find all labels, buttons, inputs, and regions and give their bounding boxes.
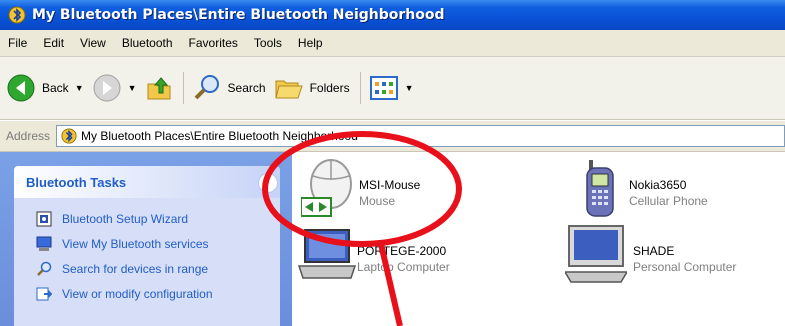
task-modify-configuration[interactable]: View or modify configuration — [14, 281, 280, 306]
phone-icon — [586, 160, 614, 217]
folders-button[interactable]: Folders — [274, 74, 350, 102]
tasks-header[interactable]: Bluetooth Tasks — [14, 166, 280, 198]
toolbar-separator — [182, 72, 184, 104]
device-msi-mouse[interactable]: MSI-Mouse Mouse — [301, 158, 420, 218]
device-name: PORTEGE-2000 — [357, 244, 447, 258]
title-bar: My Bluetooth Places\Entire Bluetooth Nei… — [0, 0, 785, 30]
computer-icon — [36, 236, 52, 251]
forward-dropdown-icon[interactable]: ▼ — [128, 83, 137, 93]
address-label: Address — [6, 129, 51, 143]
device-nokia3650[interactable]: Nokia3650 Cellular Phone — [583, 158, 708, 220]
menu-view[interactable]: View — [72, 36, 114, 50]
address-field[interactable]: My Bluetooth Places\Entire Bluetooth Nei… — [56, 125, 785, 147]
device-type: Personal Computer — [633, 260, 737, 274]
device-list: MSI-Mouse Mouse Nokia3650 Cellular Phone… — [293, 152, 785, 326]
device-type: Laptop Computer — [357, 260, 450, 274]
collapse-chevron-icon[interactable] — [258, 173, 278, 193]
device-type: Mouse — [359, 194, 396, 208]
folders-icon — [274, 80, 303, 99]
up-folder-button[interactable] — [145, 74, 173, 102]
bluetooth-tasks-panel: Bluetooth Tasks Bluetooth Setup Wizard V… — [14, 166, 280, 326]
tasks-list: Bluetooth Setup Wizard View My Bluetooth… — [14, 198, 280, 326]
device-type: Cellular Phone — [629, 194, 708, 208]
toolbar-separator — [359, 72, 361, 104]
menu-help[interactable]: Help — [290, 36, 331, 50]
search-icon — [194, 75, 219, 100]
menu-tools[interactable]: Tools — [246, 36, 290, 50]
magnifier-icon — [37, 261, 52, 276]
config-icon — [36, 287, 52, 300]
views-button[interactable]: ▼ — [369, 75, 414, 101]
back-dropdown-icon[interactable]: ▼ — [75, 83, 84, 93]
task-label: View My Bluetooth services — [62, 236, 209, 251]
desktop-icon — [565, 225, 627, 283]
device-shade[interactable]: SHADE Personal Computer — [565, 224, 736, 284]
forward-button[interactable]: ▼ — [92, 73, 137, 103]
wizard-icon — [36, 211, 52, 226]
address-value: My Bluetooth Places\Entire Bluetooth Nei… — [81, 129, 358, 143]
task-search-devices[interactable]: Search for devices in range — [14, 256, 280, 281]
back-label: Back — [42, 81, 69, 95]
mouse-icon — [301, 159, 352, 217]
menu-file[interactable]: File — [0, 36, 35, 50]
window-title: My Bluetooth Places\Entire Bluetooth Nei… — [32, 7, 445, 23]
menu-favorites[interactable]: Favorites — [181, 36, 246, 50]
task-label: Bluetooth Setup Wizard — [62, 211, 189, 226]
device-name: Nokia3650 — [629, 178, 687, 192]
toolbar: Back ▼ ▼ Search Folders ▼ — [0, 57, 785, 120]
bluetooth-places-icon — [8, 6, 26, 24]
laptop-icon — [297, 229, 357, 279]
folders-label: Folders — [309, 81, 350, 95]
back-button[interactable]: Back ▼ — [6, 73, 84, 103]
search-label: Search — [227, 81, 266, 95]
menu-bluetooth[interactable]: Bluetooth — [114, 36, 181, 50]
menu-edit[interactable]: Edit — [35, 36, 72, 50]
tasks-title: Bluetooth Tasks — [26, 174, 127, 190]
device-name: SHADE — [633, 244, 675, 258]
up-folder-icon — [147, 77, 171, 100]
menu-bar: File Edit View Bluetooth Favorites Tools… — [0, 30, 785, 57]
bluetooth-places-icon — [61, 128, 77, 144]
task-label: View or modify configuration — [62, 286, 213, 301]
forward-arrow-icon — [93, 74, 121, 102]
back-arrow-icon — [7, 74, 35, 102]
device-portege-2000[interactable]: PORTEGE-2000 Laptop Computer — [297, 228, 450, 282]
task-label: Search for devices in range — [62, 261, 209, 276]
task-view-services[interactable]: View My Bluetooth services — [14, 231, 280, 256]
views-icon — [369, 76, 398, 100]
task-pane: Bluetooth Tasks Bluetooth Setup Wizard V… — [0, 152, 292, 326]
device-name: MSI-Mouse — [359, 178, 421, 192]
search-button[interactable]: Search — [192, 73, 266, 103]
task-setup-wizard[interactable]: Bluetooth Setup Wizard — [14, 206, 280, 231]
views-dropdown-icon[interactable]: ▼ — [405, 83, 414, 93]
address-bar: Address My Bluetooth Places\Entire Bluet… — [0, 121, 785, 152]
